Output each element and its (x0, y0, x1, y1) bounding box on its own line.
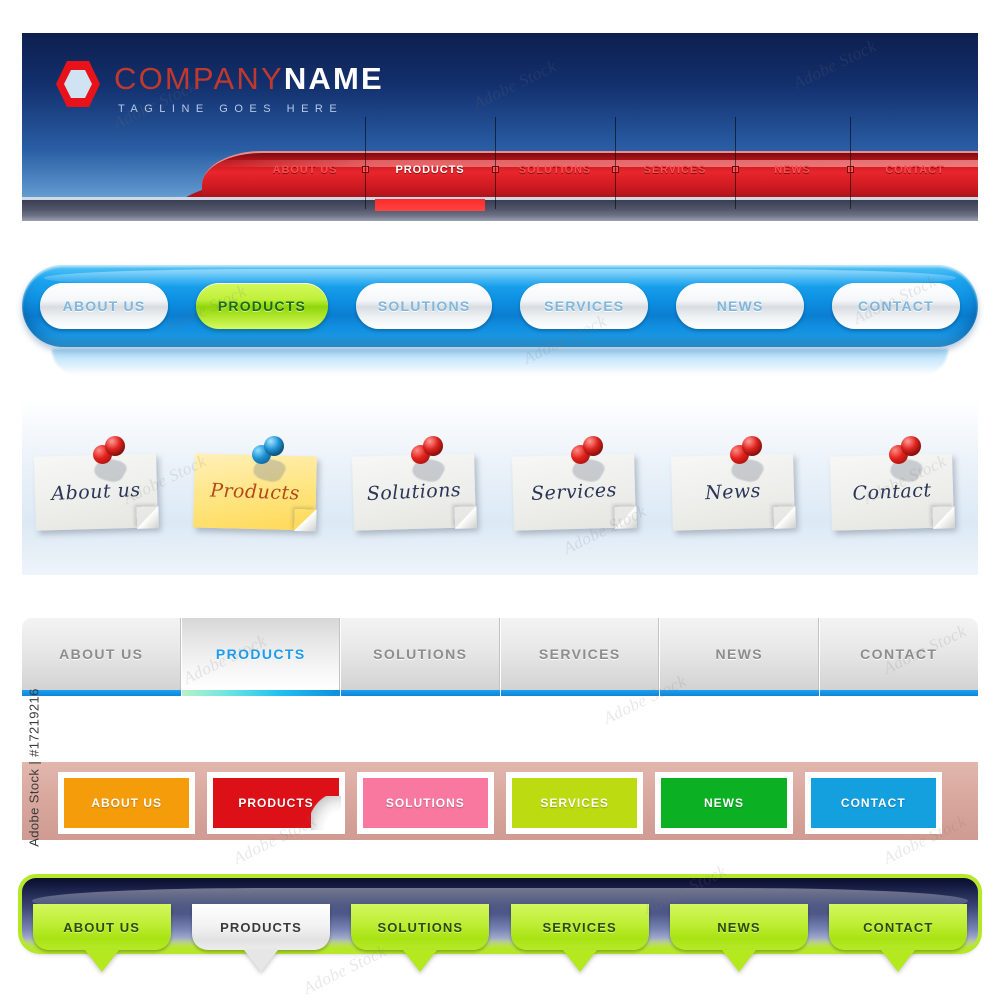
gray-tab-solutions[interactable]: SOLUTIONS (341, 618, 501, 696)
color-block-shell: SOLUTIONS (356, 772, 494, 834)
green-tabs-navbar: ABOUT US PRODUCTS SOLUTIONS SERVICES NEW… (22, 878, 978, 982)
gray-tab-news[interactable]: NEWS (660, 618, 820, 696)
green-tab-contact[interactable]: CONTACT (829, 904, 968, 972)
color-blocks-navbar: ABOUT US PRODUCTS SOLUTIONS SERVICES NEW… (22, 772, 978, 834)
sticky-notes-navbar: About us Products Solutions Services New (22, 400, 978, 575)
blue-pill-services[interactable]: SERVICES (520, 283, 649, 329)
header-nav-separator (485, 117, 505, 213)
green-tab-about-us[interactable]: ABOUT US (32, 904, 171, 972)
header-nav-separator (840, 117, 860, 213)
red-pushpin-icon (726, 433, 768, 484)
green-tab-pointer-icon (403, 950, 438, 972)
sticky-note-products[interactable]: Products (193, 433, 328, 543)
green-tab-pointer-icon (721, 950, 756, 972)
green-tab-pointer-icon (84, 950, 119, 972)
color-block-services[interactable]: SERVICES (511, 778, 638, 828)
square-marker-icon (491, 166, 499, 173)
blue-pill-contact[interactable]: CONTACT (831, 283, 960, 329)
gray-tab-contact[interactable]: CONTACT (819, 618, 978, 696)
sticky-note-contact[interactable]: Contact (830, 433, 965, 543)
note-label: News (704, 479, 762, 504)
color-block-news[interactable]: NEWS (661, 778, 787, 828)
company-name-part2: NAME (283, 61, 384, 96)
gray-tabs-navbar: ABOUT US PRODUCTS SOLUTIONS SERVICES NEW… (22, 618, 978, 696)
blue-pill-products[interactable]: PRODUCTS (195, 283, 329, 329)
color-block-shell: NEWS (655, 772, 793, 834)
tagline: TAGLINE GOES HERE (118, 103, 344, 115)
green-tab-pointer-icon (881, 950, 916, 972)
color-block-shell: ABOUT US (58, 772, 196, 834)
header-nav-item-services[interactable]: SERVICES (625, 151, 725, 213)
header-nav-item-contact[interactable]: CONTACT (860, 151, 970, 213)
blue-bar-reflection (52, 349, 948, 375)
green-tab-label: ABOUT US (32, 904, 171, 950)
header-nav-separator (605, 117, 625, 213)
blue-pill-solutions[interactable]: SOLUTIONS (355, 283, 493, 329)
color-block-products[interactable]: PRODUCTS (213, 778, 339, 828)
note-label: Services (530, 478, 617, 505)
green-tab-pointer-icon (243, 950, 278, 972)
red-pushpin-icon (567, 433, 608, 484)
square-marker-icon (846, 166, 854, 173)
company-name-part1: COMPANY (114, 61, 284, 96)
sticky-note-about-us[interactable]: About us (33, 433, 169, 543)
blue-pill-navbar: ABOUT US PRODUCTS SOLUTIONS SERVICES NEW… (22, 265, 978, 375)
page-root: Adobe Stock Adobe Stock Adobe Stock Adob… (0, 0, 1000, 1000)
color-block-contact[interactable]: CONTACT (810, 778, 936, 828)
green-tab-label: NEWS (669, 904, 808, 950)
header-nav: ABOUT US PRODUCTS SOLUTIONS SERVICES NEW… (255, 117, 970, 213)
color-block-solutions[interactable]: SOLUTIONS (362, 778, 488, 828)
sticky-note-services[interactable]: Services (511, 433, 647, 543)
color-block-about-us[interactable]: ABOUT US (64, 778, 190, 828)
green-tabs-row: ABOUT US PRODUCTS SOLUTIONS SERVICES NEW… (22, 904, 978, 982)
hexagon-logo-icon (55, 59, 101, 109)
note-label: Products (209, 479, 301, 504)
green-tab-products[interactable]: PRODUCTS (191, 904, 330, 972)
color-block-shell: PRODUCTS (207, 772, 345, 834)
company-name: COMPANYNAME (114, 63, 384, 94)
square-marker-icon (731, 166, 739, 173)
red-pushpin-icon (89, 433, 130, 484)
green-tab-news[interactable]: NEWS (669, 904, 808, 972)
header-nav-item-products[interactable]: PRODUCTS (375, 151, 485, 213)
header-nav-item-solutions[interactable]: SOLUTIONS (505, 151, 605, 213)
green-tab-label: CONTACT (829, 904, 968, 950)
note-label: Contact (852, 478, 933, 505)
blue-pill-about-us[interactable]: ABOUT US (40, 283, 168, 329)
sticky-note-news[interactable]: News (670, 433, 806, 543)
square-marker-icon (361, 166, 369, 173)
gray-tab-about-us[interactable]: ABOUT US (22, 618, 182, 696)
green-tab-pointer-icon (562, 950, 597, 972)
header-nav-item-about-us[interactable]: ABOUT US (255, 151, 355, 213)
blue-bar-body: ABOUT US PRODUCTS SOLUTIONS SERVICES NEW… (22, 265, 978, 347)
header-banner: COMPANYNAME TAGLINE GOES HERE ABOUT US P… (22, 33, 978, 221)
color-block-shell: CONTACT (804, 772, 942, 834)
note-label: About us (50, 478, 141, 505)
sticky-note-solutions[interactable]: Solutions (352, 433, 487, 543)
header-nav-item-news[interactable]: NEWS (745, 151, 840, 213)
color-block-shell: SERVICES (505, 772, 644, 834)
square-marker-icon (611, 166, 619, 173)
note-label: Solutions (366, 478, 462, 505)
green-tab-label: SOLUTIONS (351, 904, 490, 950)
red-pushpin-icon (408, 433, 449, 484)
gray-tab-products[interactable]: PRODUCTS (181, 618, 341, 696)
header-nav-separator (725, 117, 745, 213)
red-pushpin-icon (886, 433, 927, 484)
green-tab-solutions[interactable]: SOLUTIONS (351, 904, 490, 972)
blue-pushpin-icon (248, 433, 290, 484)
gray-tab-services[interactable]: SERVICES (500, 618, 660, 696)
green-tab-label: SERVICES (510, 904, 649, 950)
blue-pill-news[interactable]: NEWS (676, 283, 805, 329)
header-nav-separator (355, 117, 375, 213)
green-tab-label: PRODUCTS (191, 904, 330, 950)
green-tab-services[interactable]: SERVICES (510, 904, 649, 972)
